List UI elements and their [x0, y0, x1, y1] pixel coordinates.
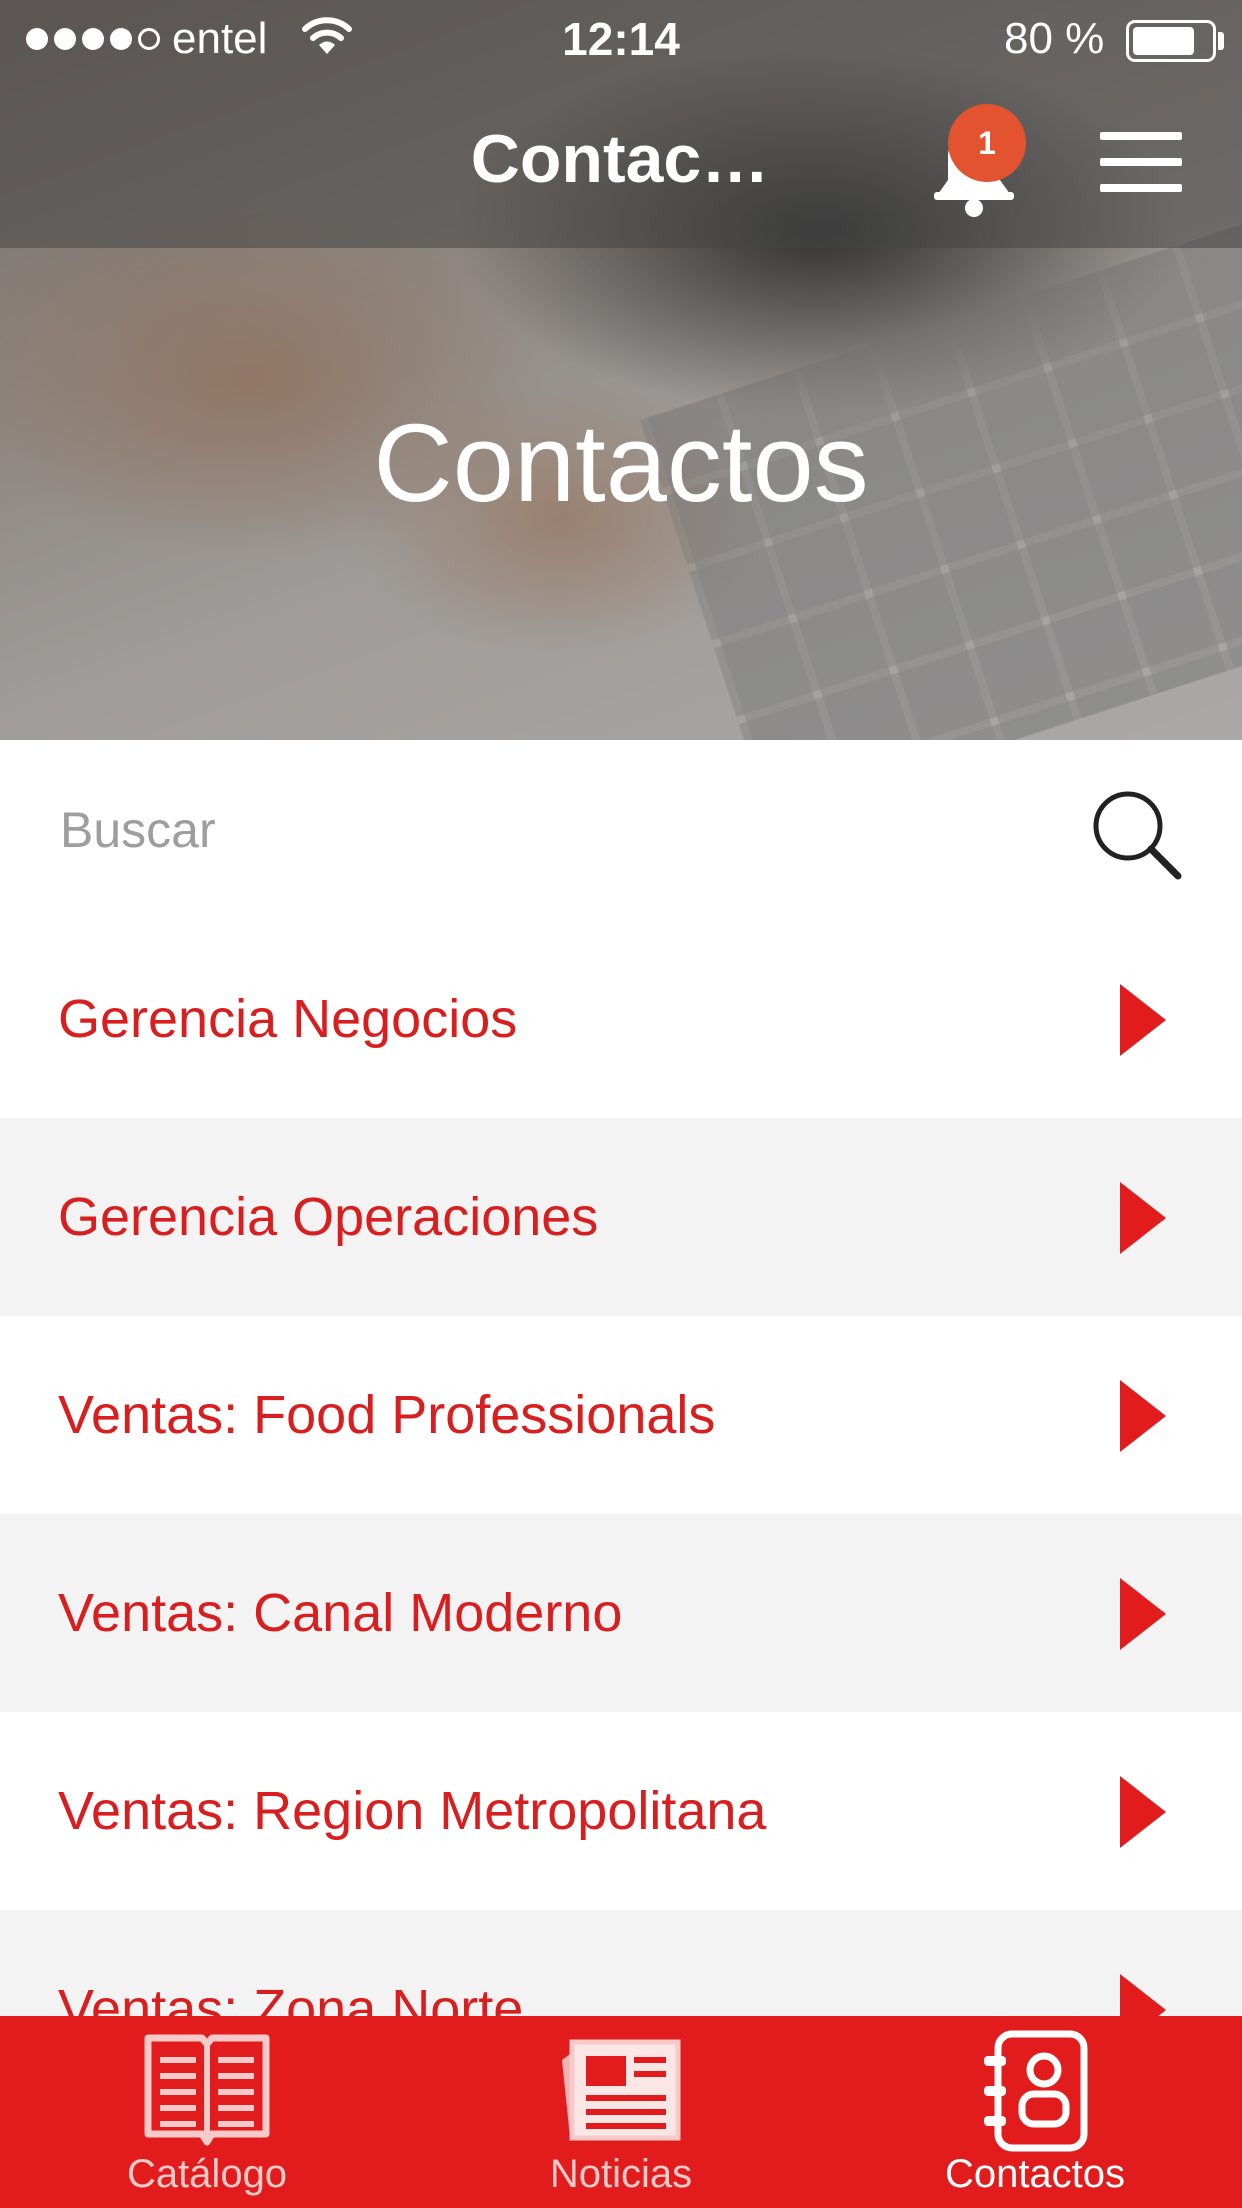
list-item[interactable]: Ventas: Region Metropolitana	[0, 1712, 1242, 1910]
list-item-label: Ventas: Food Professionals	[58, 1385, 716, 1445]
tab-contactos[interactable]: Contactos	[828, 2016, 1242, 2208]
book-icon	[144, 2034, 270, 2146]
tab-label: Noticias	[549, 2152, 693, 2196]
list-item-label: Gerencia Negocios	[58, 989, 518, 1049]
list-item[interactable]: Ventas: Food Professionals	[0, 1316, 1242, 1514]
contacts-list: Gerencia Negocios Gerencia Operaciones V…	[0, 920, 1242, 2016]
nav-title: Contac…	[470, 121, 770, 197]
chevron-right-icon	[1120, 1776, 1166, 1848]
list-item[interactable]: Gerencia Negocios	[0, 920, 1242, 1118]
list-item[interactable]: Ventas: Zona Norte	[0, 1910, 1242, 2016]
tab-label: Contactos	[944, 2152, 1126, 2196]
chevron-right-icon	[1120, 1380, 1166, 1452]
battery-tip	[1218, 32, 1224, 50]
battery-icon	[1126, 20, 1216, 62]
hero-title: Contactos	[373, 402, 869, 525]
tab-noticias[interactable]: Noticias	[414, 2016, 828, 2208]
list-item-label: Gerencia Operaciones	[58, 1187, 599, 1247]
list-item-label: Ventas: Canal Moderno	[58, 1583, 623, 1643]
list-item[interactable]: Gerencia Operaciones	[0, 1118, 1242, 1316]
list-item-label: Ventas: Zona Norte	[58, 1979, 524, 2016]
tab-label: Catálogo	[126, 2152, 288, 2196]
hero-banner: Contactos	[0, 0, 1242, 740]
chevron-right-icon	[1120, 1182, 1166, 1254]
chevron-right-icon	[1120, 1974, 1166, 2016]
contacts-book-icon	[984, 2030, 1088, 2152]
chevron-right-icon	[1120, 1578, 1166, 1650]
tab-catalogo[interactable]: Catálogo	[0, 2016, 414, 2208]
list-item[interactable]: Ventas: Canal Moderno	[0, 1514, 1242, 1712]
tab-bar: Catálogo Noticias Contactos	[0, 2016, 1242, 2208]
hamburger-menu-icon[interactable]	[1100, 132, 1182, 192]
notification-badge: 1	[948, 104, 1026, 182]
search-icon[interactable]	[1086, 784, 1186, 884]
chevron-right-icon	[1120, 984, 1166, 1056]
status-bar: entel 12:14 80 %	[0, 0, 1242, 80]
battery-percentage: 80 %	[1004, 14, 1105, 63]
list-item-label: Ventas: Region Metropolitana	[58, 1781, 767, 1841]
search-bar	[0, 740, 1242, 920]
newspaper-icon	[562, 2039, 681, 2141]
search-input[interactable]	[60, 780, 1040, 880]
